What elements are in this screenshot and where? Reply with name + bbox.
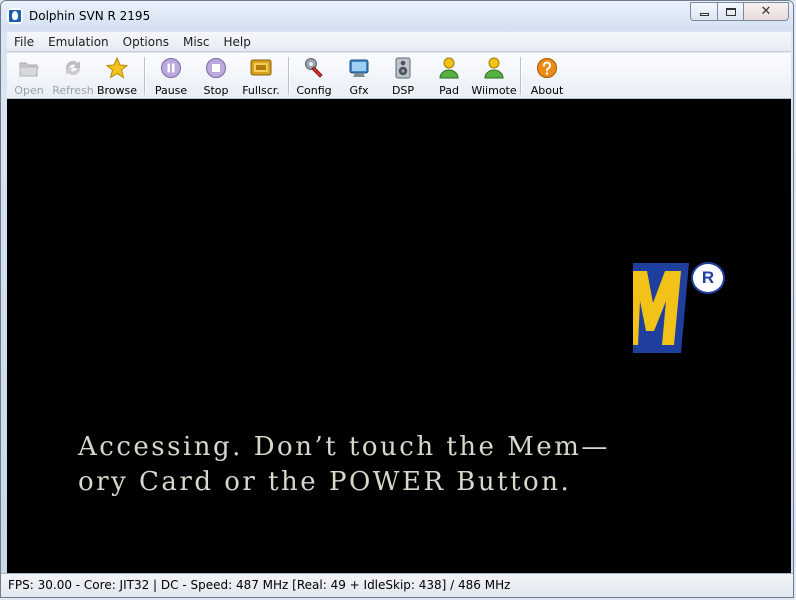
- pause-button[interactable]: Pause: [153, 55, 189, 97]
- menu-misc[interactable]: Misc: [176, 35, 217, 49]
- window-bottom-edge: [1, 597, 794, 598]
- toolbar-separator: [288, 57, 290, 95]
- folder-icon: [18, 57, 40, 79]
- pause-label: Pause: [154, 84, 188, 97]
- wrench-icon: [303, 57, 325, 79]
- fullscreen-button[interactable]: Fullscr.: [241, 55, 281, 97]
- refresh-button[interactable]: Refresh: [52, 55, 94, 97]
- config-label: Config: [296, 84, 332, 97]
- minimize-button[interactable]: [690, 2, 718, 21]
- maximize-icon: [725, 7, 736, 16]
- wiimote-button[interactable]: Wiimote: [471, 55, 517, 97]
- fullscreen-label: Fullscr.: [242, 84, 280, 97]
- wiimote-label: Wiimote: [471, 84, 517, 97]
- toolbar-separator: [520, 57, 522, 95]
- status-text: FPS: 30.00 - Core: JIT32 | DC - Speed: 4…: [8, 578, 511, 592]
- pad-button[interactable]: Pad: [435, 55, 463, 97]
- about-label: About: [530, 84, 564, 97]
- person-icon: [438, 57, 460, 79]
- title-bar[interactable]: Dolphin SVN R 2195 ✕: [1, 1, 793, 31]
- dolphin-app-icon: [7, 8, 23, 24]
- browse-button[interactable]: Browse: [97, 55, 137, 97]
- open-button[interactable]: Open: [11, 55, 47, 97]
- monitor-icon: [348, 57, 370, 79]
- question-icon: [536, 57, 558, 79]
- about-button[interactable]: About: [529, 55, 565, 97]
- game-logo-fragment: [633, 263, 689, 353]
- registered-trademark-mark: R: [691, 262, 725, 294]
- menu-bar: File Emulation Options Misc Help: [7, 32, 791, 52]
- refresh-label: Refresh: [52, 84, 94, 97]
- dsp-button[interactable]: DSP: [389, 55, 417, 97]
- gfx-label: Gfx: [349, 84, 369, 97]
- config-button[interactable]: Config: [296, 55, 332, 97]
- pause-icon: [160, 57, 182, 79]
- gfx-button[interactable]: Gfx: [345, 55, 373, 97]
- stop-label: Stop: [203, 84, 229, 97]
- menu-file[interactable]: File: [7, 35, 41, 49]
- close-button[interactable]: ✕: [743, 2, 789, 21]
- game-screen[interactable]: R Accessing. Don’t touch the Mem— ory Ca…: [7, 99, 791, 573]
- toolbar-separator: [144, 57, 146, 95]
- speaker-icon: [392, 57, 414, 79]
- open-label: Open: [14, 84, 44, 97]
- menu-options[interactable]: Options: [116, 35, 176, 49]
- dsp-label: DSP: [391, 84, 415, 97]
- toolbar: Open Refresh Browse Pause Stop Fullscr. …: [7, 53, 791, 99]
- stop-button[interactable]: Stop: [199, 55, 233, 97]
- game-message-line-1: Accessing. Don’t touch the Mem—: [78, 432, 610, 462]
- menu-emulation[interactable]: Emulation: [41, 35, 116, 49]
- game-message-line-2: ory Card or the POWER Button.: [78, 467, 572, 497]
- star-icon: [105, 56, 129, 79]
- browse-label: Browse: [96, 84, 138, 97]
- maximize-button[interactable]: [717, 2, 744, 21]
- status-bar: FPS: 30.00 - Core: JIT32 | DC - Speed: 4…: [1, 573, 793, 597]
- stop-icon: [205, 57, 227, 79]
- minimize-icon: [699, 13, 709, 16]
- person-icon: [483, 57, 505, 79]
- window-title: Dolphin SVN R 2195: [29, 9, 151, 23]
- dolphin-window: Dolphin SVN R 2195 ✕ File Emulation Opti…: [0, 0, 794, 598]
- fullscreen-icon: [250, 57, 272, 79]
- menu-help[interactable]: Help: [217, 35, 258, 49]
- refresh-icon: [62, 57, 84, 79]
- pad-label: Pad: [439, 84, 459, 97]
- close-icon: ✕: [760, 4, 772, 19]
